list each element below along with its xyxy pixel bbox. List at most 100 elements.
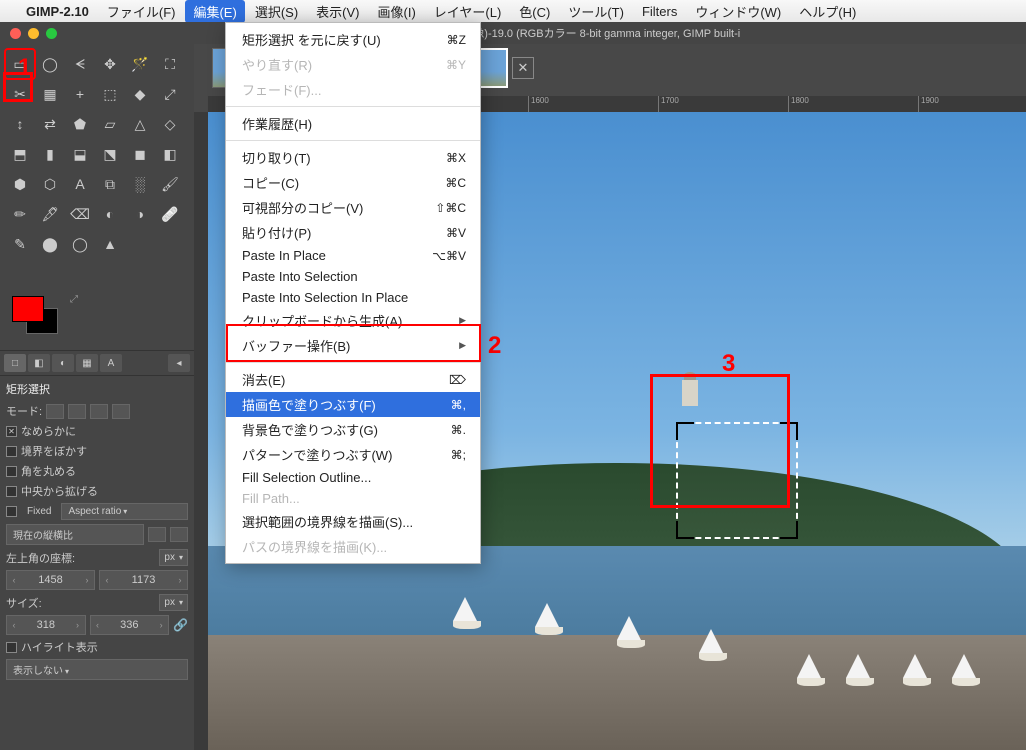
menu-item[interactable]: 矩形選択 を元に戻す(U)⌘Z	[226, 27, 480, 52]
tool-46[interactable]	[126, 260, 154, 288]
tool-23[interactable]: ◧	[156, 140, 184, 168]
dock-tab-4[interactable]: ▦	[76, 354, 98, 372]
tool-31[interactable]: 🖋	[36, 200, 64, 228]
tool-8[interactable]: +	[66, 80, 94, 108]
tool-14[interactable]: ⬟	[66, 110, 94, 138]
menu-item[interactable]: 可視部分のコピー(V)⇧⌘C	[226, 195, 480, 220]
tool-27[interactable]: ⧉	[96, 170, 124, 198]
tool-24[interactable]: ⬢	[6, 170, 34, 198]
menu-item[interactable]: Paste Into Selection	[226, 266, 480, 287]
tool-42[interactable]	[6, 260, 34, 288]
mode-subtract[interactable]	[90, 404, 108, 419]
pos-unit[interactable]: px	[159, 549, 188, 566]
tool-19[interactable]: ▮	[36, 140, 64, 168]
tool-33[interactable]: ◐	[96, 200, 124, 228]
link-size-icon[interactable]: 🔗	[173, 618, 188, 632]
size-unit[interactable]: px	[159, 594, 188, 611]
menu-item[interactable]: パターンで塗りつぶす(W)⌘;	[226, 442, 480, 467]
aspect-select[interactable]: Aspect ratio	[61, 503, 188, 520]
dock-tab-tool-options[interactable]: □	[4, 354, 26, 372]
menu-windows[interactable]: ウィンドウ(W)	[687, 0, 789, 23]
mode-replace[interactable]	[46, 404, 64, 419]
highlight-checkbox[interactable]	[6, 642, 17, 653]
current-aspect-button[interactable]: 現在の縦横比	[6, 524, 144, 545]
tool-17[interactable]: ◇	[156, 110, 184, 138]
tool-41[interactable]	[156, 230, 184, 258]
menu-item[interactable]: 消去(E)⌦	[226, 367, 480, 392]
expand-checkbox[interactable]	[6, 486, 17, 497]
tool-47[interactable]	[156, 260, 184, 288]
size-h-input[interactable]: ‹336›	[90, 615, 170, 635]
tool-5[interactable]: ⛶	[156, 50, 184, 78]
tool-11[interactable]: ⤢	[156, 80, 184, 108]
menu-item[interactable]: バッファー操作(B)	[226, 333, 480, 358]
close-window-icon[interactable]	[10, 28, 21, 39]
tool-6[interactable]: ✂	[6, 80, 34, 108]
tool-32[interactable]: ⌫	[66, 200, 94, 228]
menu-item[interactable]: 切り取り(T)⌘X	[226, 145, 480, 170]
tool-9[interactable]: ⬚	[96, 80, 124, 108]
feather-checkbox[interactable]	[6, 446, 17, 457]
tool-20[interactable]: ⬓	[66, 140, 94, 168]
tool-2[interactable]: ᗕ	[66, 50, 94, 78]
display-none-select[interactable]: 表示しない	[6, 659, 188, 680]
menu-item[interactable]: コピー(C)⌘C	[226, 170, 480, 195]
menu-layer[interactable]: レイヤー(L)	[426, 0, 510, 23]
maximize-window-icon[interactable]	[46, 28, 57, 39]
tool-36[interactable]: ✎	[6, 230, 34, 258]
dock-tab-menu[interactable]: ◂	[168, 354, 190, 372]
tool-44[interactable]	[66, 260, 94, 288]
color-swatches[interactable]: ⤢	[12, 296, 72, 336]
menu-item[interactable]: 作業履歴(H)	[226, 111, 480, 136]
menu-item[interactable]: Paste Into Selection In Place	[226, 287, 480, 308]
fixed-checkbox[interactable]	[6, 506, 17, 517]
tool-12[interactable]: ↕	[6, 110, 34, 138]
portrait-icon[interactable]	[148, 527, 166, 542]
menu-item[interactable]: 描画色で塗りつぶす(F)⌘,	[226, 392, 480, 417]
menu-item[interactable]: クリップボードから生成(A)	[226, 308, 480, 333]
tool-1[interactable]: ◯	[36, 50, 64, 78]
menu-item[interactable]: 選択範囲の境界線を描画(S)...	[226, 509, 480, 534]
tool-30[interactable]: ✏	[6, 200, 34, 228]
antialias-checkbox[interactable]	[6, 426, 17, 437]
tool-45[interactable]	[96, 260, 124, 288]
tool-39[interactable]: ▲	[96, 230, 124, 258]
rectangle-selection[interactable]	[676, 422, 798, 539]
menu-select[interactable]: 選択(S)	[247, 0, 306, 23]
tool-26[interactable]: A	[66, 170, 94, 198]
menu-item[interactable]: Paste In Place⌥⌘V	[226, 245, 480, 266]
menu-help[interactable]: ヘルプ(H)	[791, 0, 864, 23]
rounded-checkbox[interactable]	[6, 466, 17, 477]
menu-filters[interactable]: Filters	[634, 2, 685, 21]
tool-16[interactable]: △	[126, 110, 154, 138]
menu-image[interactable]: 画像(I)	[370, 0, 424, 23]
tool-10[interactable]: ◆	[126, 80, 154, 108]
tool-21[interactable]: ⬔	[96, 140, 124, 168]
dock-tab-3[interactable]: ◐	[52, 354, 74, 372]
tool-38[interactable]: ◯	[66, 230, 94, 258]
mode-add[interactable]	[68, 404, 86, 419]
fg-color-swatch[interactable]	[12, 296, 44, 322]
dock-tab-2[interactable]: ◧	[28, 354, 50, 372]
close-tab-icon[interactable]: ✕	[512, 57, 534, 79]
tool-4[interactable]: 🪄	[126, 50, 154, 78]
menu-tools[interactable]: ツール(T)	[560, 0, 632, 23]
tool-28[interactable]: ░	[126, 170, 154, 198]
dock-tab-5[interactable]: A	[100, 354, 122, 372]
tool-43[interactable]	[36, 260, 64, 288]
minimize-window-icon[interactable]	[28, 28, 39, 39]
landscape-icon[interactable]	[170, 527, 188, 542]
tool-37[interactable]: ⬤	[36, 230, 64, 258]
tool-40[interactable]	[126, 230, 154, 258]
pos-y-input[interactable]: ‹1173›	[99, 570, 188, 590]
tool-13[interactable]: ⇄	[36, 110, 64, 138]
tool-25[interactable]: ⬡	[36, 170, 64, 198]
tool-3[interactable]: ✥	[96, 50, 124, 78]
menu-file[interactable]: ファイル(F)	[99, 0, 184, 23]
tool-18[interactable]: ⬒	[6, 140, 34, 168]
tool-7[interactable]: ▦	[36, 80, 64, 108]
size-w-input[interactable]: ‹318›	[6, 615, 86, 635]
menu-color[interactable]: 色(C)	[511, 0, 558, 23]
menu-edit[interactable]: 編集(E)	[185, 0, 244, 23]
menu-item[interactable]: 貼り付け(P)⌘V	[226, 220, 480, 245]
